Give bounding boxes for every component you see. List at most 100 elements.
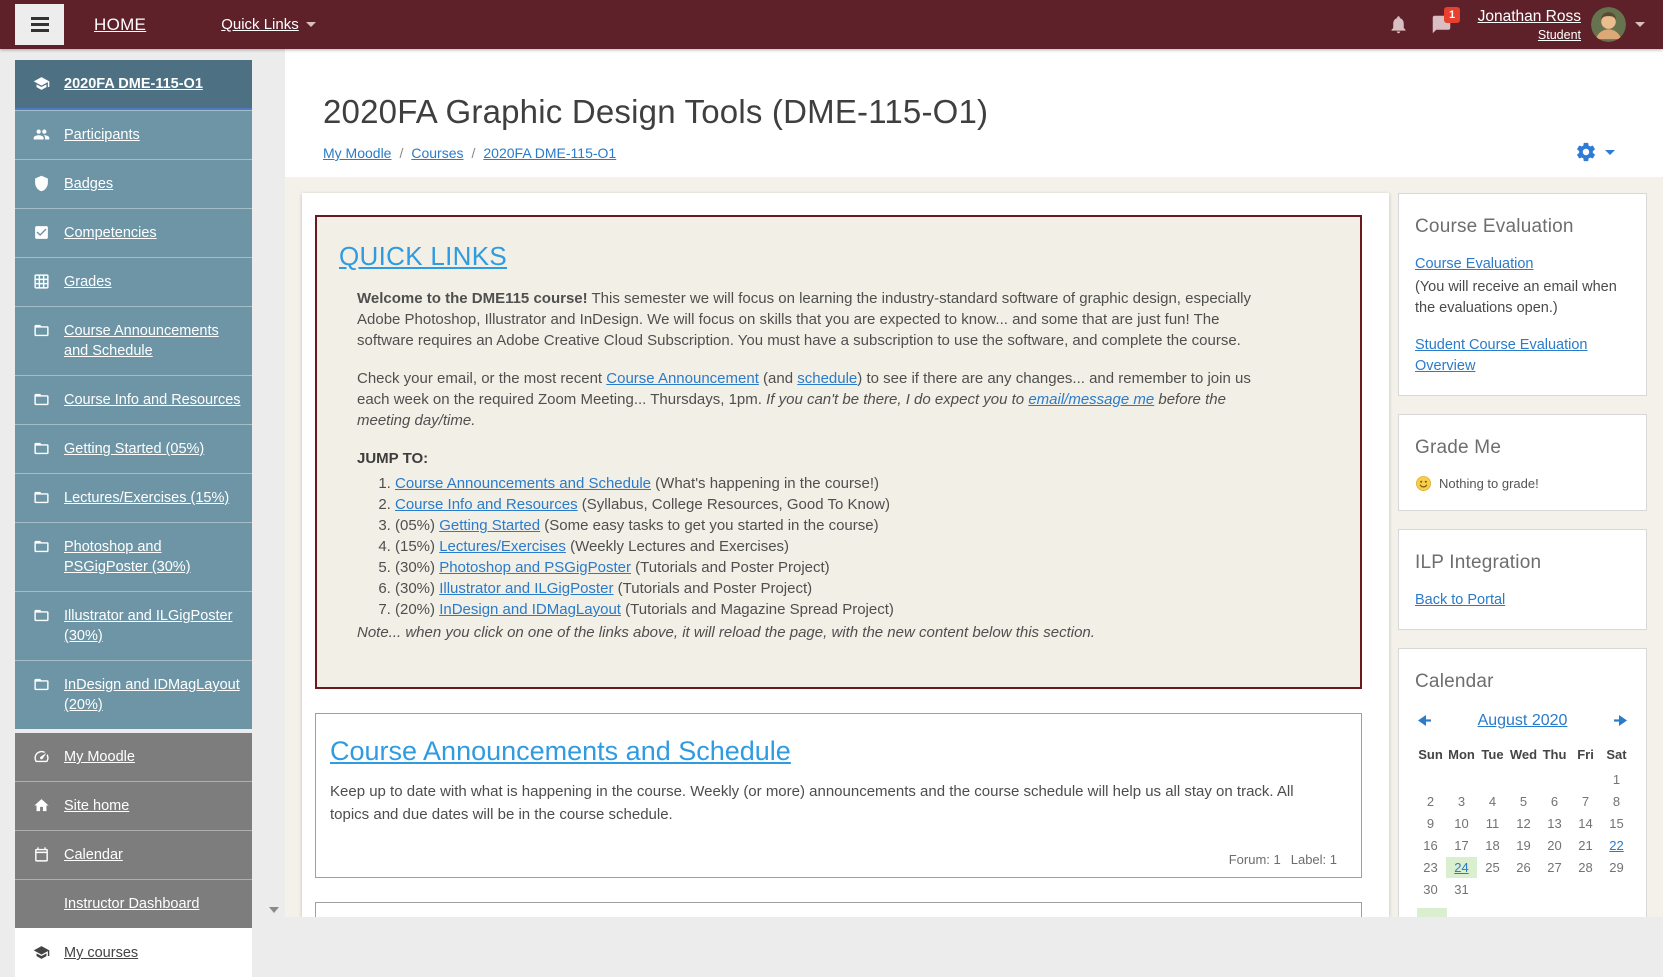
home-icon [32, 796, 51, 816]
jump-item: (30%) Illustrator and ILGigPoster (Tutor… [395, 578, 1262, 599]
drawer-scroll-down-arrow[interactable] [269, 907, 279, 913]
folder-icon [32, 606, 51, 646]
next-arrow-icon [1614, 715, 1627, 727]
jump-link-illustrator[interactable]: Illustrator and ILGigPoster [439, 580, 613, 597]
sidebar-item-calendar[interactable]: Calendar [15, 830, 252, 879]
calendar-day: 12 [1516, 816, 1531, 832]
check-square-icon [32, 223, 51, 243]
jump-link-course-info[interactable]: Course Info and Resources [395, 496, 578, 513]
sidebar-item-getting-started[interactable]: Getting Started (05%) [15, 424, 252, 473]
sidebar-item-my-moodle[interactable]: My Moodle [15, 733, 252, 781]
sidebar-item-course-info[interactable]: Course Info and Resources [15, 375, 252, 424]
sidebar-item-participants[interactable]: Participants [15, 110, 252, 159]
user-menu-chevron-icon[interactable] [1635, 22, 1645, 27]
user-name-link[interactable]: Jonathan Ross [1478, 8, 1581, 26]
back-to-portal-link[interactable]: Back to Portal [1415, 592, 1505, 608]
ilp-integration-block: ILP Integration Back to Portal [1398, 529, 1647, 631]
schedule-link[interactable]: schedule [797, 370, 857, 387]
jump-link-course-announcements[interactable]: Course Announcements and Schedule [395, 475, 651, 492]
calendar-day: 5 [1519, 794, 1528, 810]
sidebar-item-instructor-dashboard[interactable]: Instructor Dashboard [15, 879, 252, 928]
users-icon [32, 125, 51, 145]
shield-icon [32, 174, 51, 194]
block-title: Course Evaluation [1415, 216, 1574, 237]
calendar-next-month-button[interactable] [1614, 715, 1628, 727]
breadcrumb-course[interactable]: 2020FA DME-115-O1 [483, 145, 616, 161]
messages-button[interactable]: 1 [1431, 7, 1460, 35]
course-announcement-link[interactable]: Course Announcement [606, 370, 759, 387]
sidebar-item-course-announcements[interactable]: Course Announcements and Schedule [15, 306, 252, 375]
jump-link-indesign[interactable]: InDesign and IDMagLayout [439, 601, 621, 618]
home-link[interactable]: HOME [94, 15, 146, 35]
sidebar-item-label: Calendar [64, 847, 123, 863]
calendar-prev-month-button[interactable] [1417, 715, 1431, 727]
student-course-evaluation-overview-link[interactable]: Student Course Evaluation Overview [1415, 337, 1588, 374]
calendar-day: 26 [1516, 860, 1531, 876]
calendar-day: 14 [1578, 816, 1593, 832]
jump-to-list: Course Announcements and Schedule (What'… [357, 473, 1262, 620]
block-title: Calendar [1415, 671, 1494, 693]
course-settings-menu[interactable] [1575, 141, 1615, 163]
hamburger-menu-button[interactable] [15, 4, 64, 45]
calendar-day: 16 [1423, 838, 1438, 854]
calendar-blank [1415, 769, 1446, 790]
jump-link-photoshop[interactable]: Photoshop and PSGigPoster [439, 559, 631, 576]
sidebar-item-label: My Moodle [64, 749, 135, 765]
folder-icon [32, 537, 51, 577]
sidebar-item-course-home[interactable]: 2020FA DME-115-O1 [15, 60, 252, 110]
sidebar-item-label: Lectures/Exercises (15%) [64, 490, 230, 506]
breadcrumb: My Moodle / Courses/2020FA DME-115-O1 [323, 145, 617, 161]
calendar-day[interactable]: 24 [1446, 857, 1477, 879]
jump-link-getting-started[interactable]: Getting Started [439, 517, 540, 534]
calendar-block: Calendar August 2020 Sun Mon Tue Wed Thu Fri S… [1398, 648, 1647, 917]
sidebar-item-label: My courses [64, 945, 139, 961]
sidebar-item-lectures-exercises[interactable]: Lectures/Exercises (15%) [15, 473, 252, 522]
section-course-announcements: Course Announcements and Schedule Keep u… [315, 713, 1362, 878]
sidebar-item-label: Instructor Dashboard [64, 896, 200, 912]
calendar-day: 17 [1454, 838, 1469, 854]
sidebar-item-competencies[interactable]: Competencies [15, 208, 252, 257]
jump-to-heading: JUMP TO: [357, 450, 429, 467]
calendar-day-header: Fri [1577, 747, 1594, 763]
jump-link-lectures-exercises[interactable]: Lectures/Exercises [439, 538, 566, 555]
section-summary: Keep up to date with what is happening i… [330, 783, 1294, 823]
avatar[interactable] [1591, 7, 1626, 42]
jump-item: (30%) Photoshop and PSGigPoster (Tutoria… [395, 557, 1262, 578]
chevron-down-icon [305, 22, 316, 27]
notifications-bell-button[interactable] [1388, 14, 1409, 35]
reload-note: Note... when you click on one of the lin… [357, 624, 1095, 641]
calendar-icon [32, 845, 51, 865]
sidebar-item-photoshop[interactable]: Photoshop and PSGigPoster (30%) [15, 522, 252, 591]
sidebar-item-indesign[interactable]: InDesign and IDMagLayout (20%) [15, 660, 252, 729]
breadcrumb-courses[interactable]: Courses [411, 145, 463, 161]
email-message-me-link[interactable]: email/message me [1028, 391, 1154, 408]
course-evaluation-link[interactable]: Course Evaluation [1415, 256, 1534, 272]
calendar-month-link[interactable]: August 2020 [1431, 709, 1614, 732]
jump-item: Course Info and Resources (Syllabus, Col… [395, 494, 1262, 515]
grades-table-icon [32, 272, 51, 292]
calendar-day: 15 [1609, 816, 1624, 832]
sidebar-item-badges[interactable]: Badges [15, 159, 252, 208]
calendar-day: 27 [1547, 860, 1562, 876]
quick-links-heading-link[interactable]: QUICK LINKS [339, 241, 507, 272]
sidebar-item-my-courses[interactable]: My courses [15, 928, 252, 977]
nav-drawer: 2020FA DME-115-O1 Participants Badges Co… [15, 60, 252, 977]
activity-counts: Forum: 1 Label: 1 [330, 852, 1337, 867]
breadcrumb-my-moodle[interactable]: My Moodle [323, 145, 391, 161]
user-role-link[interactable]: Student [1478, 28, 1581, 42]
calendar-day: 31 [1454, 882, 1469, 898]
calendar-blank [1446, 769, 1477, 790]
calendar-day[interactable]: 22 [1601, 835, 1632, 856]
calendar-day: 6 [1550, 794, 1559, 810]
section-title-link[interactable]: Course Announcements and Schedule [330, 736, 791, 767]
calendar-day: 20 [1547, 838, 1562, 854]
sidebar-item-label: Course Info and Resources [64, 392, 241, 408]
calendar-blank [1570, 769, 1601, 790]
sidebar-item-grades[interactable]: Grades [15, 257, 252, 306]
sidebar-item-site-home[interactable]: Site home [15, 781, 252, 830]
sidebar-item-illustrator[interactable]: Illustrator and ILGigPoster (30%) [15, 591, 252, 660]
welcome-paragraph: Welcome to the DME115 course! This semes… [357, 290, 1252, 349]
check-email-paragraph: Check your email, or the most recent Cou… [357, 370, 1251, 429]
calendar-day-header: Mon [1448, 747, 1475, 763]
quick-links-menu[interactable]: Quick Links [221, 16, 316, 33]
